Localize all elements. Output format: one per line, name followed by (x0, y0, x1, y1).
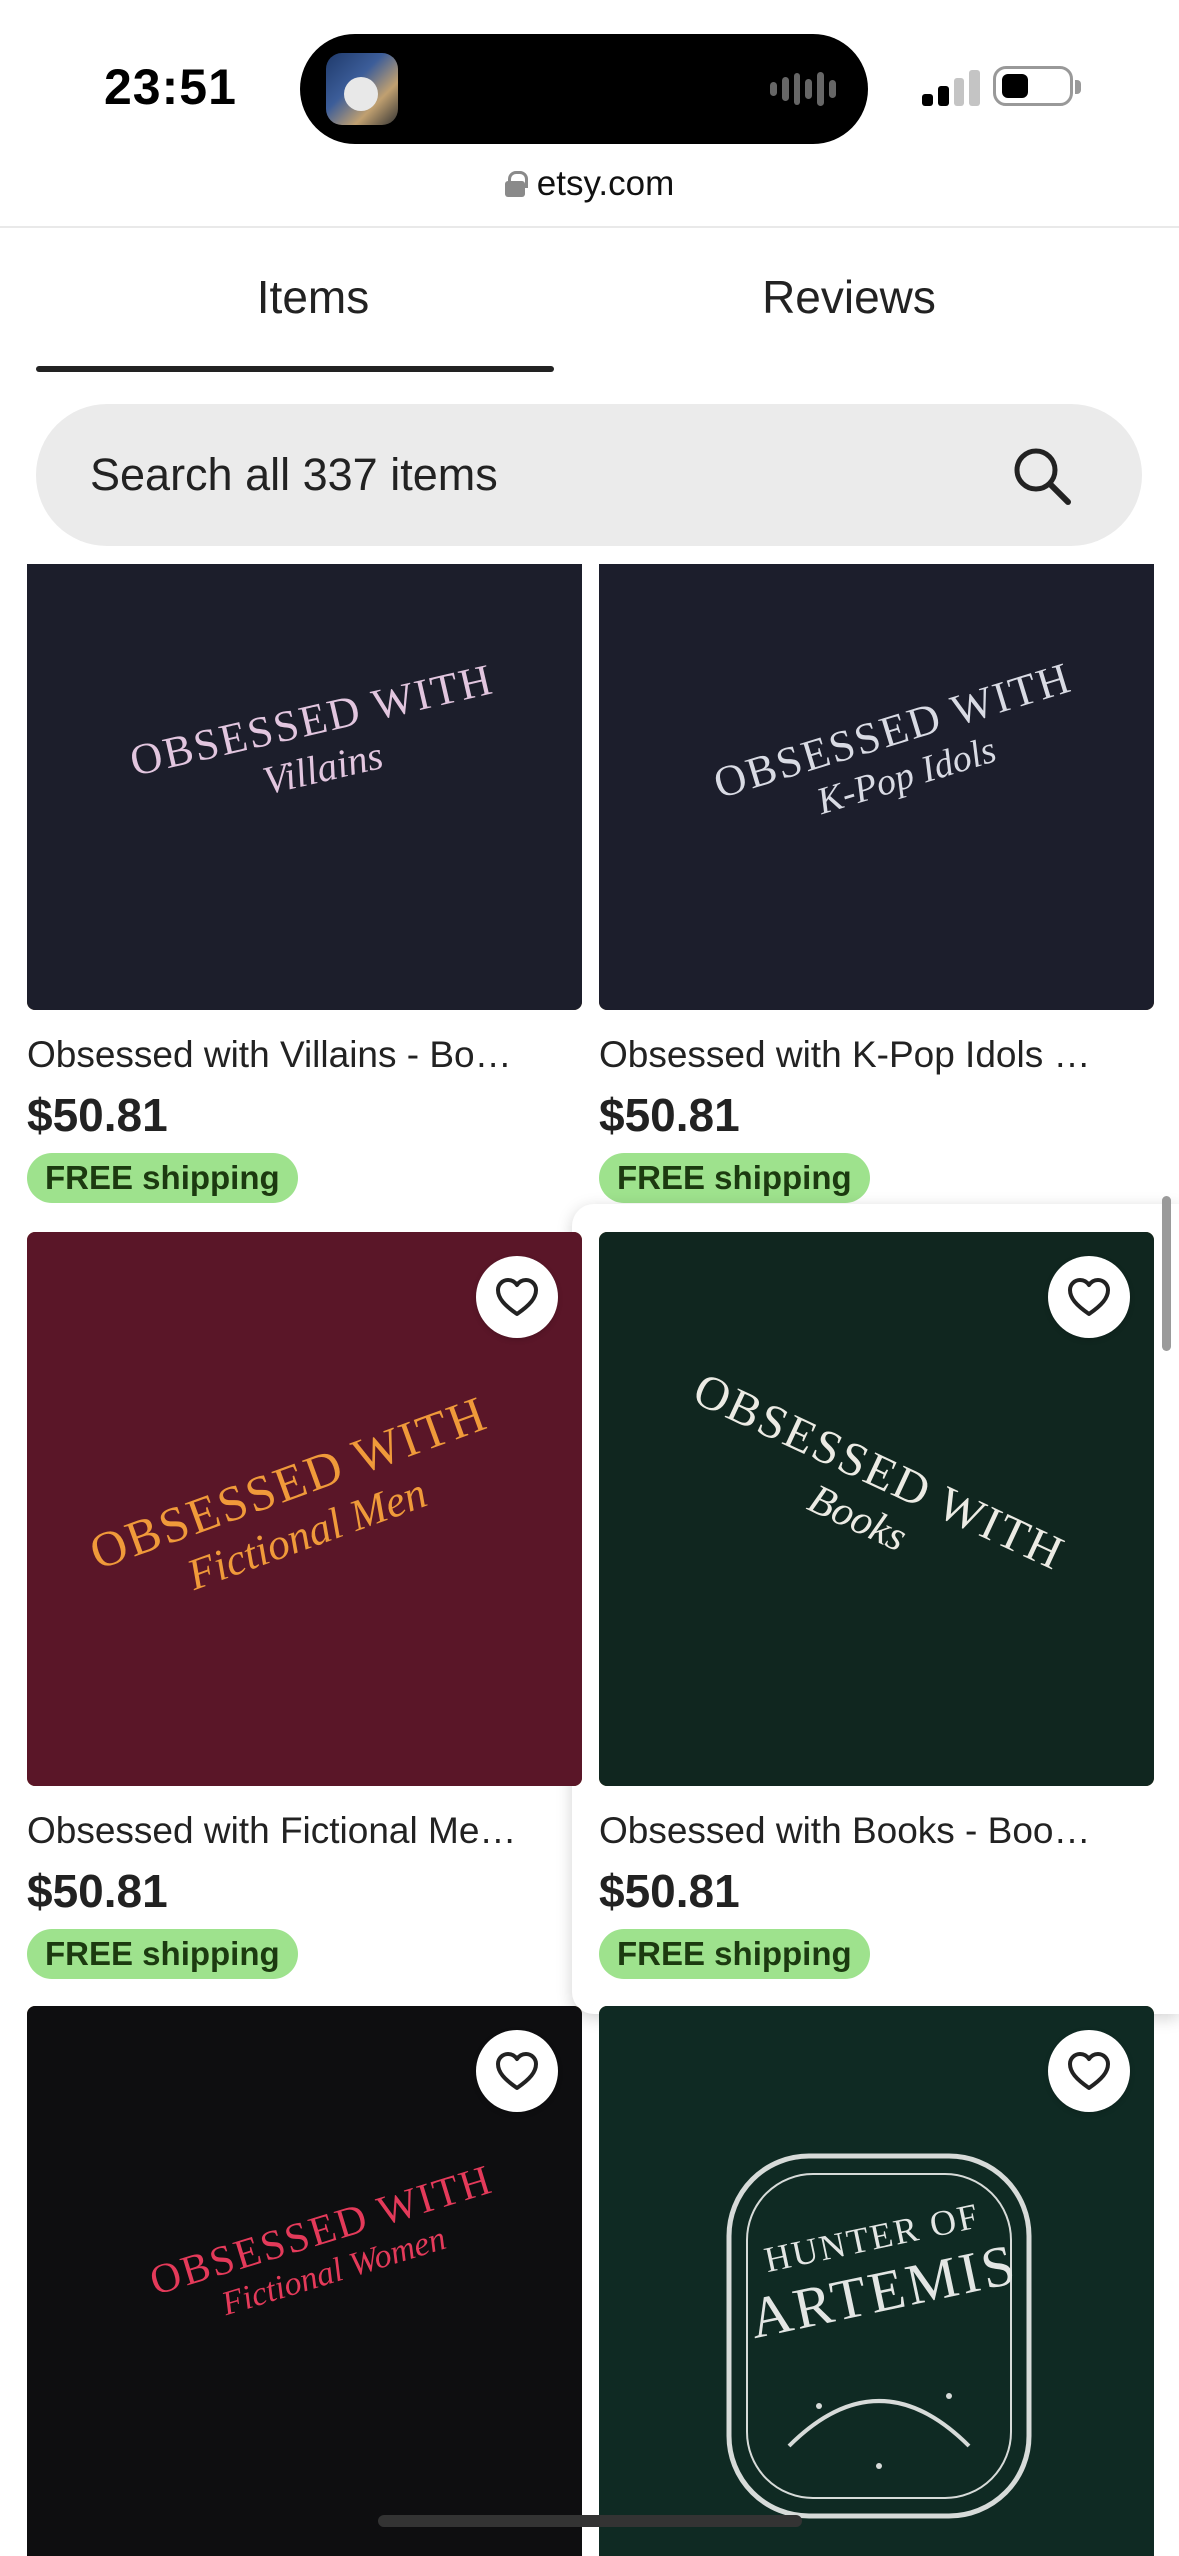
lock-icon (504, 171, 528, 197)
free-shipping-badge: FREE shipping (599, 1929, 870, 1979)
heart-icon (496, 1278, 538, 1316)
listing-price: $50.81 (27, 1089, 168, 1141)
heart-icon (1068, 1278, 1110, 1316)
heart-icon (496, 2052, 538, 2090)
favorite-button[interactable] (476, 2030, 558, 2112)
dynamic-island[interactable] (300, 34, 868, 144)
listing-image[interactable]: OBSESSED WITH Fictional Women (27, 2006, 582, 2556)
listing-card[interactable]: OBSESSED WITH Fictional Women (27, 2006, 582, 2556)
listing-card[interactable]: OBSESSED WITH Books Obsessed with Books … (599, 1232, 1154, 1979)
favorite-button[interactable] (1048, 2030, 1130, 2112)
home-indicator[interactable] (378, 2515, 802, 2527)
listing-image[interactable]: OBSESSED WITH Villains (27, 564, 582, 1010)
audio-waveform-icon (770, 70, 836, 108)
free-shipping-badge: FREE shipping (599, 1153, 870, 1203)
listing-price: $50.81 (599, 1865, 740, 1917)
listing-card[interactable]: OBSESSED WITH Villains Obsessed with Vil… (27, 564, 582, 1203)
favorite-button[interactable] (476, 1256, 558, 1338)
cellular-signal-icon (922, 68, 980, 106)
search-placeholder: Search all 337 items (90, 449, 498, 500)
battery-icon (993, 66, 1081, 106)
free-shipping-badge: FREE shipping (27, 1153, 298, 1203)
listing-title[interactable]: Obsessed with Fictional Me… (27, 1810, 582, 1852)
listing-image[interactable]: HUNTER OF ARTEMIS (599, 2006, 1154, 2556)
listing-price: $50.81 (27, 1865, 168, 1917)
shop-tabs: Items Reviews (0, 228, 1179, 374)
listing-price: $50.81 (599, 1089, 740, 1141)
listing-image[interactable]: OBSESSED WITH Books (599, 1232, 1154, 1786)
listing-title[interactable]: Obsessed with Villains - Bo… (27, 1034, 582, 1076)
active-tab-indicator (36, 366, 554, 372)
free-shipping-badge: FREE shipping (27, 1929, 298, 1979)
status-bar: 23:51 (0, 0, 1179, 160)
listing-card[interactable]: OBSESSED WITH K-Pop Idols Obsessed with … (599, 564, 1154, 1203)
listing-card[interactable]: OBSESSED WITH Fictional Men Obsessed wit… (27, 1232, 582, 1979)
address-bar[interactable]: etsy.com (0, 158, 1179, 210)
status-time: 23:51 (104, 59, 237, 115)
listing-image[interactable]: OBSESSED WITH Fictional Men (27, 1232, 582, 1786)
listing-image[interactable]: OBSESSED WITH K-Pop Idols (599, 564, 1154, 1010)
tab-reviews[interactable]: Reviews (572, 228, 1126, 374)
listing-grid: OBSESSED WITH Villains Obsessed with Vil… (0, 564, 1179, 2556)
favorite-button[interactable] (1048, 1256, 1130, 1338)
listing-title[interactable]: Obsessed with K-Pop Idols … (599, 1034, 1154, 1076)
url-text: etsy.com (536, 164, 675, 203)
search-input[interactable]: Search all 337 items (36, 404, 1142, 546)
listing-card[interactable]: HUNTER OF ARTEMIS (599, 2006, 1154, 2556)
tab-items[interactable]: Items (36, 228, 590, 374)
search-icon[interactable] (1010, 444, 1074, 508)
listing-title[interactable]: Obsessed with Books - Boo… (599, 1810, 1154, 1852)
now-playing-artwork (326, 53, 398, 125)
heart-icon (1068, 2052, 1110, 2090)
scrollbar-thumb[interactable] (1162, 1196, 1171, 1351)
